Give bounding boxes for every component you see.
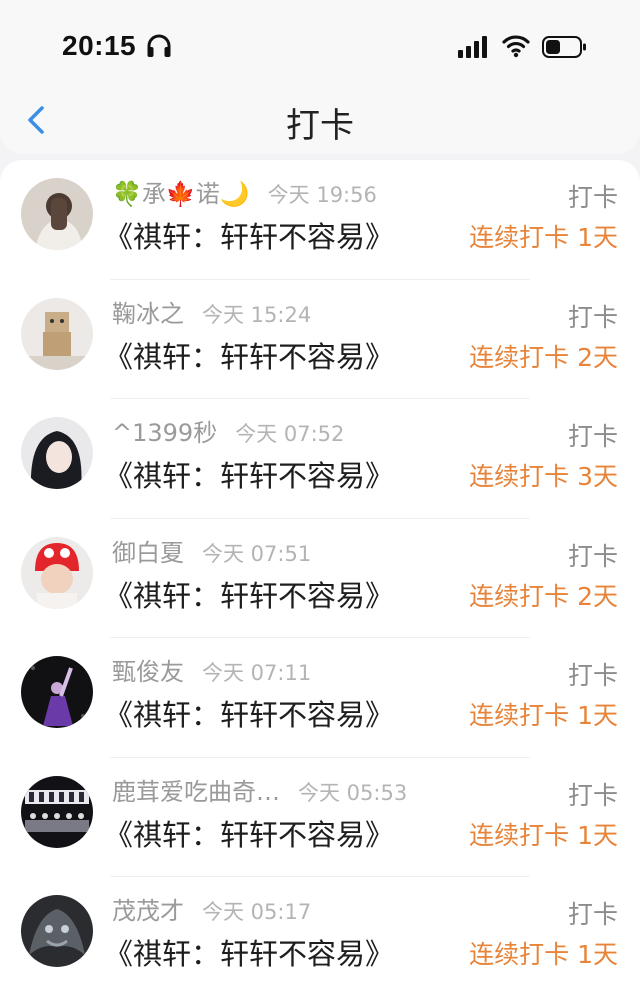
wifi-icon	[502, 35, 530, 58]
streak-label: 连续打卡 2天	[469, 581, 618, 611]
checkin-label: 打卡	[567, 183, 618, 212]
user-name: 茂茂才 今天 05:17	[112, 897, 312, 925]
user-name: 鞠冰之 今天 15:24	[112, 299, 312, 328]
user-name: ^1399秒 今天 07:52	[112, 419, 345, 447]
user-name: 御白夏 今天 07:51	[112, 538, 312, 567]
list-item[interactable]: ^1399秒 今天 07:52 《祺轩：轩轩不容易》 打卡 连续打卡 3天	[0, 399, 640, 519]
checkin-label: 打卡	[567, 900, 618, 929]
streak-label: 连续打卡 2天	[469, 342, 618, 372]
post-title: 《祺轩：轩轩不容易》	[104, 578, 395, 613]
post-time: 今天 19:56	[267, 183, 377, 207]
post-time: 今天 05:17	[202, 900, 312, 924]
list-item[interactable]: 甄俊友 今天 07:11 《祺轩：轩轩不容易》 打卡 连续打卡 1天	[0, 638, 640, 758]
list-item[interactable]: 御白夏 今天 07:51 《祺轩：轩轩不容易》 打卡 连续打卡 2天	[0, 519, 640, 639]
checkin-label: 打卡	[567, 422, 618, 451]
post-title: 《祺轩：轩轩不容易》	[104, 698, 395, 732]
nav-bar: 打卡	[0, 86, 640, 154]
post-title: 《祺轩：轩轩不容易》	[104, 459, 395, 493]
page-title: 打卡	[286, 106, 354, 146]
streak-label: 连续打卡 1天	[469, 701, 618, 730]
avatar[interactable]	[21, 656, 93, 728]
user-name: 甄俊友 今天 07:11	[112, 658, 312, 686]
checkin-label: 打卡	[567, 661, 618, 690]
user-name: 鹿茸爱吃曲奇… 今天 05:53	[112, 777, 408, 806]
avatar[interactable]	[21, 895, 93, 967]
list-item[interactable]: 鹿茸爱吃曲奇… 今天 05:53 《祺轩：轩轩不容易》 打卡 连续打卡 1天	[0, 758, 640, 878]
avatar[interactable]	[21, 178, 93, 250]
post-time: 今天 07:11	[202, 661, 312, 685]
streak-label: 连续打卡 1天	[469, 940, 618, 969]
post-time: 今天 07:51	[202, 541, 312, 566]
post-title: 《祺轩：轩轩不容易》	[104, 339, 395, 374]
list-item[interactable]: 鞠冰之 今天 15:24 《祺轩：轩轩不容易》 打卡 连续打卡 2天	[0, 280, 640, 400]
post-time: 今天 07:52	[235, 422, 345, 446]
checkin-list: 🍀承🍁诺🌙 今天 19:56 《祺轩：轩轩不容易》 打卡 连续打卡 1天 鞠冰之今…	[0, 160, 640, 985]
post-title: 《祺轩：轩轩不容易》	[104, 220, 395, 254]
post-title: 《祺轩：轩轩不容易》	[104, 937, 395, 971]
checkin-label: 打卡	[567, 302, 618, 332]
post-time: 今天 15:24	[202, 302, 312, 327]
headphone-icon	[147, 34, 171, 57]
streak-label: 连续打卡 3天	[469, 462, 618, 491]
signal-icon	[458, 36, 487, 58]
streak-label: 连续打卡 1天	[469, 820, 618, 850]
avatar[interactable]	[21, 536, 93, 609]
post-title: 《祺轩：轩轩不容易》	[104, 817, 395, 852]
checkin-label: 打卡	[567, 541, 618, 571]
list-item[interactable]: 茂茂才 今天 05:17 《祺轩：轩轩不容易》 打卡 连续打卡 1天	[0, 877, 640, 985]
avatar[interactable]	[21, 775, 93, 848]
post-time: 今天 05:53	[298, 780, 408, 805]
checkin-label: 打卡	[567, 780, 618, 810]
avatar[interactable]	[21, 417, 93, 489]
list-item[interactable]: 🍀承🍁诺🌙 今天 19:56 《祺轩：轩轩不容易》 打卡 连续打卡 1天	[0, 160, 640, 280]
status-time: 20:15	[62, 30, 137, 61]
status-bar: 20:15	[0, 0, 640, 92]
streak-label: 连续打卡 1天	[469, 223, 618, 252]
avatar[interactable]	[21, 297, 93, 370]
user-name: 🍀承🍁诺🌙 今天 19:56	[112, 180, 377, 208]
battery-icon	[542, 36, 586, 58]
